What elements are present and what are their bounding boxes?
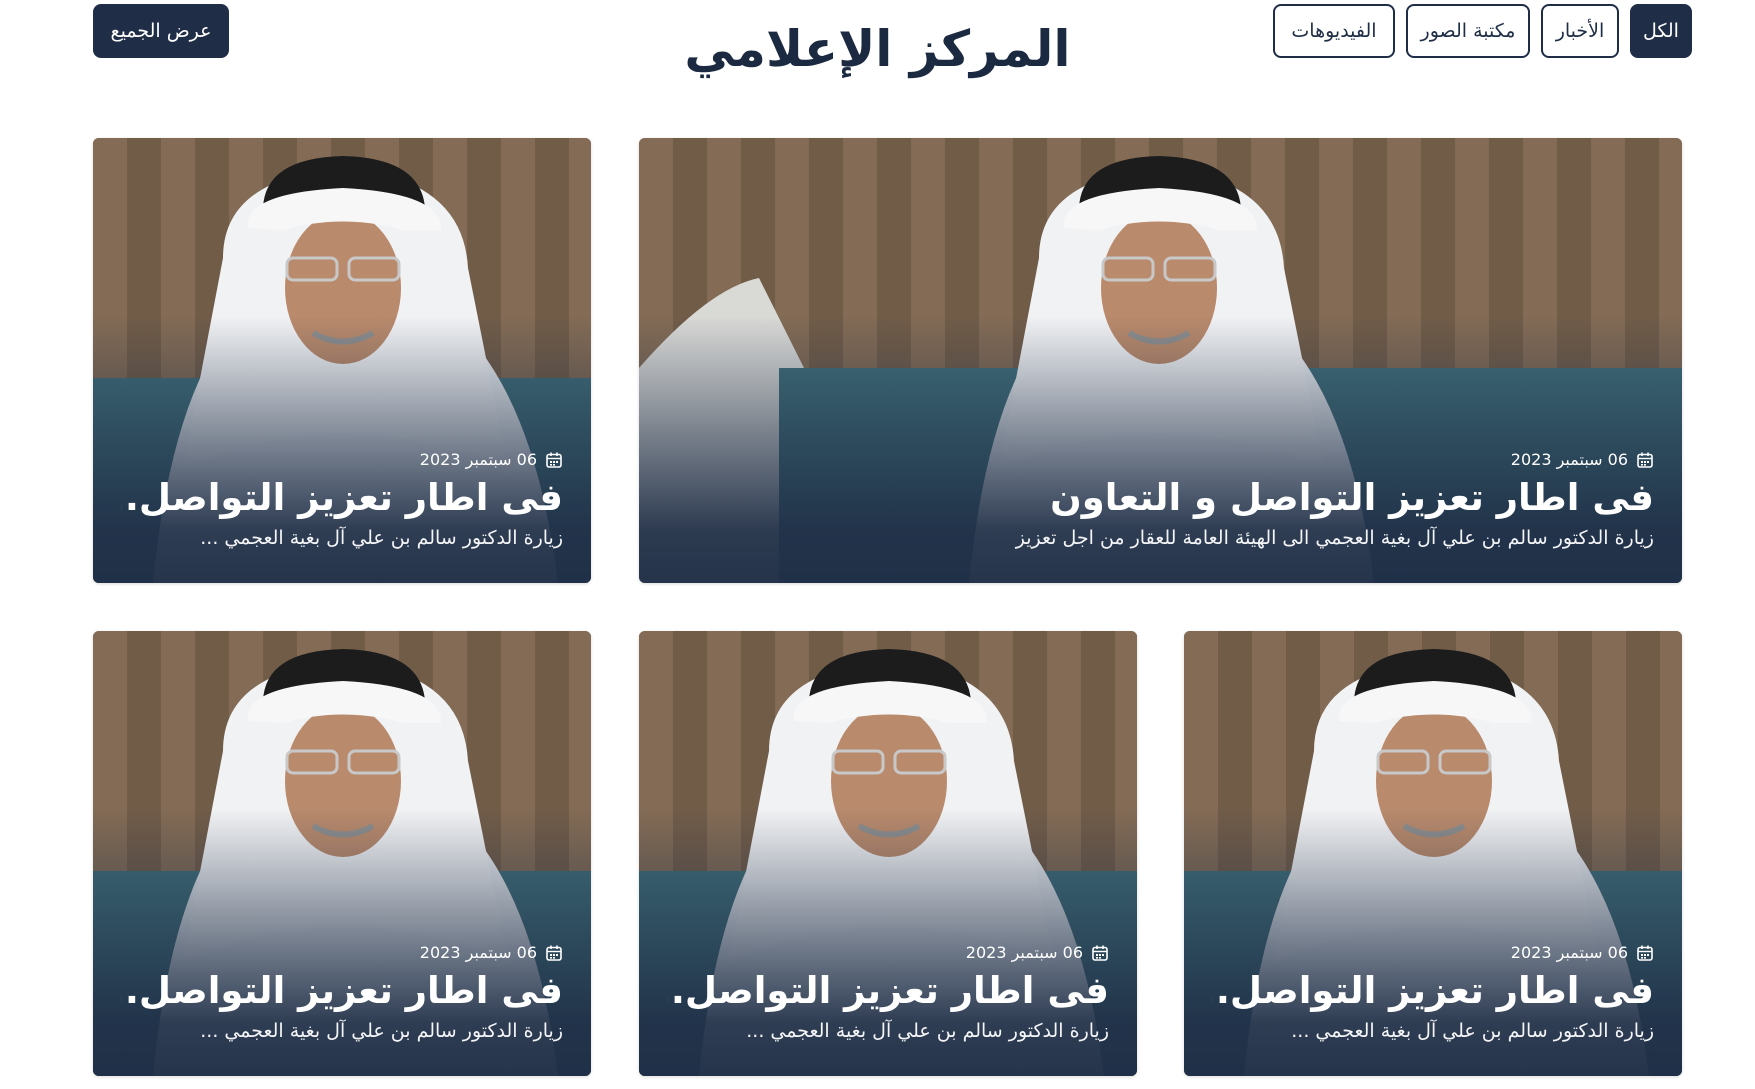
card-date: 06 سبتمبر 2023 <box>667 943 1109 962</box>
card-date-text: 06 سبتمبر 2023 <box>419 943 537 962</box>
media-card[interactable]: 06 سبتمبر 2023 فى اطار تعزيز التواصل... … <box>93 631 591 1076</box>
calendar-icon <box>1091 944 1109 962</box>
card-title[interactable]: فى اطار تعزيز التواصل... <box>1212 966 1654 1016</box>
media-card[interactable]: 06 سبتمبر 2023 فى اطار تعزيز التواصل... … <box>1184 631 1682 1076</box>
view-all-button[interactable]: عرض الجميع <box>93 4 229 58</box>
card-date-text: 06 سبتمبر 2023 <box>419 450 537 469</box>
card-text: 06 سبتمبر 2023 فى اطار تعزيز التواصل... … <box>1212 943 1654 1046</box>
card-text: 06 سبتمبر 2023 فى اطار تعزيز التواصل... … <box>121 943 563 1046</box>
media-card[interactable]: 06 سبتمبر 2023 فى اطار تعزيز التواصل... … <box>639 631 1137 1076</box>
card-date: 06 سبتمبر 2023 <box>121 450 563 469</box>
card-date-text: 06 سبتمبر 2023 <box>1510 450 1628 469</box>
calendar-icon <box>1636 451 1654 469</box>
card-title[interactable]: فى اطار تعزيز التواصل... <box>121 966 563 1016</box>
card-text: 06 سبتمبر 2023 فى اطار تعزيز التواصل... … <box>121 450 563 553</box>
calendar-icon <box>545 944 563 962</box>
card-description: زيارة الدكتور سالم بن علي آل بغية العجمي… <box>200 1020 563 1042</box>
card-description: زيارة الدكتور سالم بن علي آل بغية العجمي… <box>1291 1020 1654 1042</box>
card-date-text: 06 سبتمبر 2023 <box>1510 943 1628 962</box>
calendar-icon <box>545 451 563 469</box>
card-title[interactable]: فى اطار تعزيز التواصل... <box>121 473 563 523</box>
card-title[interactable]: فى اطار تعزيز التواصل... <box>667 966 1109 1016</box>
card-description: زيارة الدكتور سالم بن علي آل بغية العجمي… <box>200 527 563 549</box>
media-card[interactable]: 06 سبتمبر 2023 فى اطار تعزيز التواصل و ا… <box>639 138 1682 583</box>
card-date: 06 سبتمبر 2023 <box>121 943 563 962</box>
card-date-text: 06 سبتمبر 2023 <box>965 943 1083 962</box>
media-center-page: الكل الأخبار مكتبة الصور الفيديوهات المر… <box>0 0 1755 1089</box>
media-card[interactable]: 06 سبتمبر 2023 فى اطار تعزيز التواصل... … <box>93 138 591 583</box>
page-title: المركز الإعلامي <box>684 20 1071 78</box>
card-text: 06 سبتمبر 2023 فى اطار تعزيز التواصل و ا… <box>667 450 1654 553</box>
card-text: 06 سبتمبر 2023 فى اطار تعزيز التواصل... … <box>667 943 1109 1046</box>
card-date: 06 سبتمبر 2023 <box>1212 943 1654 962</box>
card-description: زيارة الدكتور سالم بن علي آل بغية العجمي… <box>1015 527 1654 549</box>
card-description: زيارة الدكتور سالم بن علي آل بغية العجمي… <box>746 1020 1109 1042</box>
card-title[interactable]: فى اطار تعزيز التواصل و التعاون <box>667 473 1654 523</box>
card-date: 06 سبتمبر 2023 <box>667 450 1654 469</box>
calendar-icon <box>1636 944 1654 962</box>
